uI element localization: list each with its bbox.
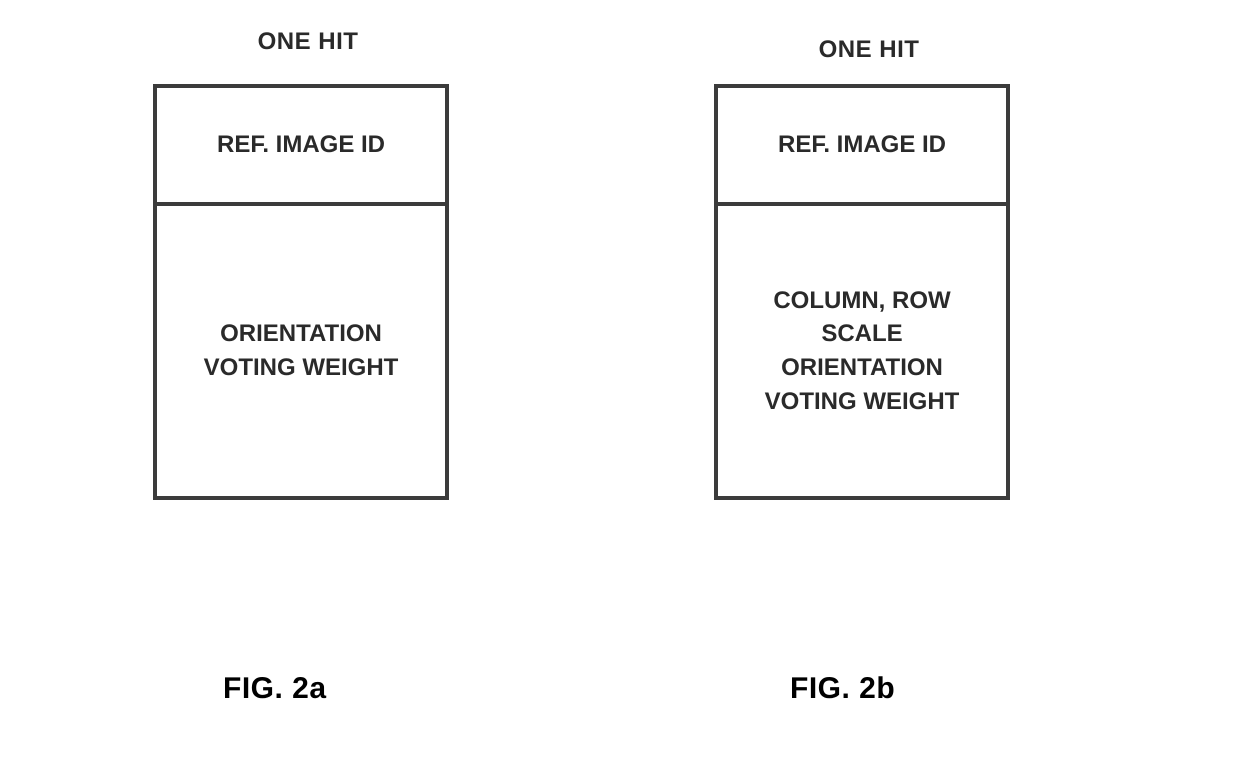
- fig2a-ref-image-id: REF. IMAGE ID: [217, 128, 385, 162]
- figure-2b: ONE HIT REF. IMAGE ID COLUMN, ROW SCALE …: [714, 36, 1024, 500]
- fig2b-caption: FIG. 2b: [790, 672, 895, 706]
- fig2b-top-cell: REF. IMAGE ID: [718, 88, 1006, 206]
- fig2b-box: REF. IMAGE ID COLUMN, ROW SCALE ORIENTAT…: [714, 84, 1010, 500]
- fig2a-caption: FIG. 2a: [223, 672, 327, 706]
- figure-2a: ONE HIT REF. IMAGE ID ORIENTATION VOTING…: [153, 28, 463, 500]
- fig2b-bottom-cell: COLUMN, ROW SCALE ORIENTATION VOTING WEI…: [718, 206, 1006, 496]
- fig2a-orientation: ORIENTATION: [220, 317, 382, 351]
- fig2b-title: ONE HIT: [714, 36, 1024, 64]
- fig2b-orientation: ORIENTATION: [781, 351, 943, 385]
- fig2a-bottom-cell: ORIENTATION VOTING WEIGHT: [157, 206, 445, 496]
- fig2a-title: ONE HIT: [153, 28, 463, 56]
- fig2b-scale: SCALE: [821, 317, 902, 351]
- fig2a-top-cell: REF. IMAGE ID: [157, 88, 445, 206]
- fig2b-voting-weight: VOTING WEIGHT: [765, 385, 960, 419]
- fig2a-voting-weight: VOTING WEIGHT: [204, 351, 399, 385]
- fig2b-ref-image-id: REF. IMAGE ID: [778, 128, 946, 162]
- fig2a-box: REF. IMAGE ID ORIENTATION VOTING WEIGHT: [153, 84, 449, 500]
- fig2b-column-row: COLUMN, ROW: [773, 284, 950, 318]
